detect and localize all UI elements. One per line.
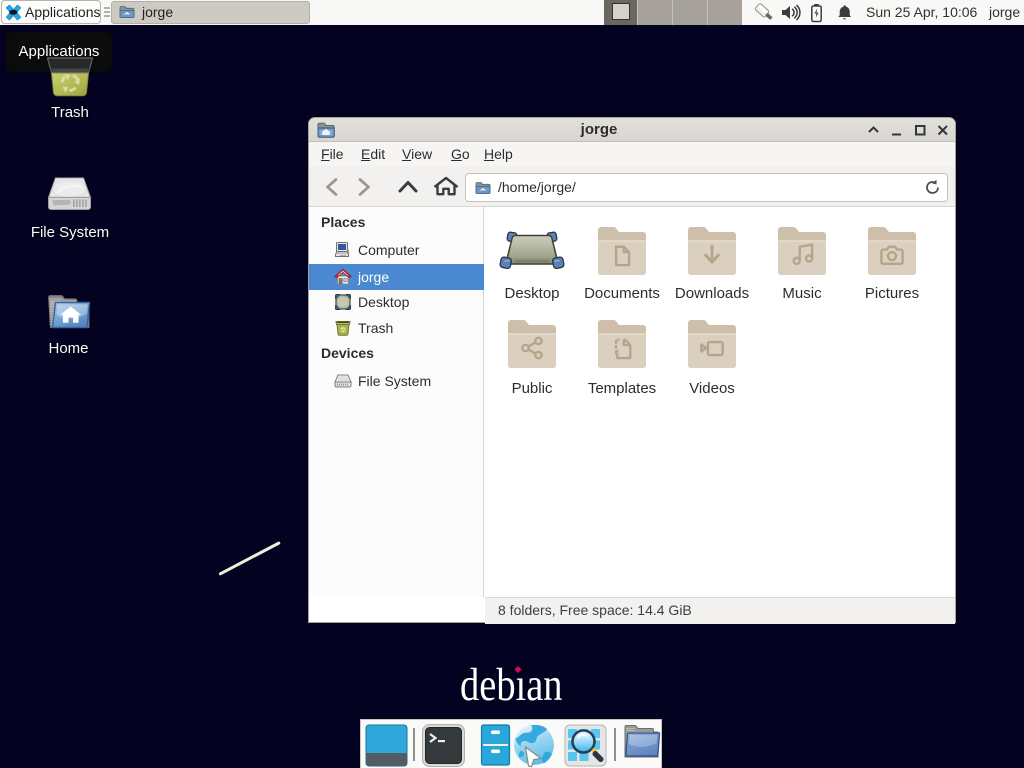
svg-text:debıan: debıan: [460, 659, 562, 710]
